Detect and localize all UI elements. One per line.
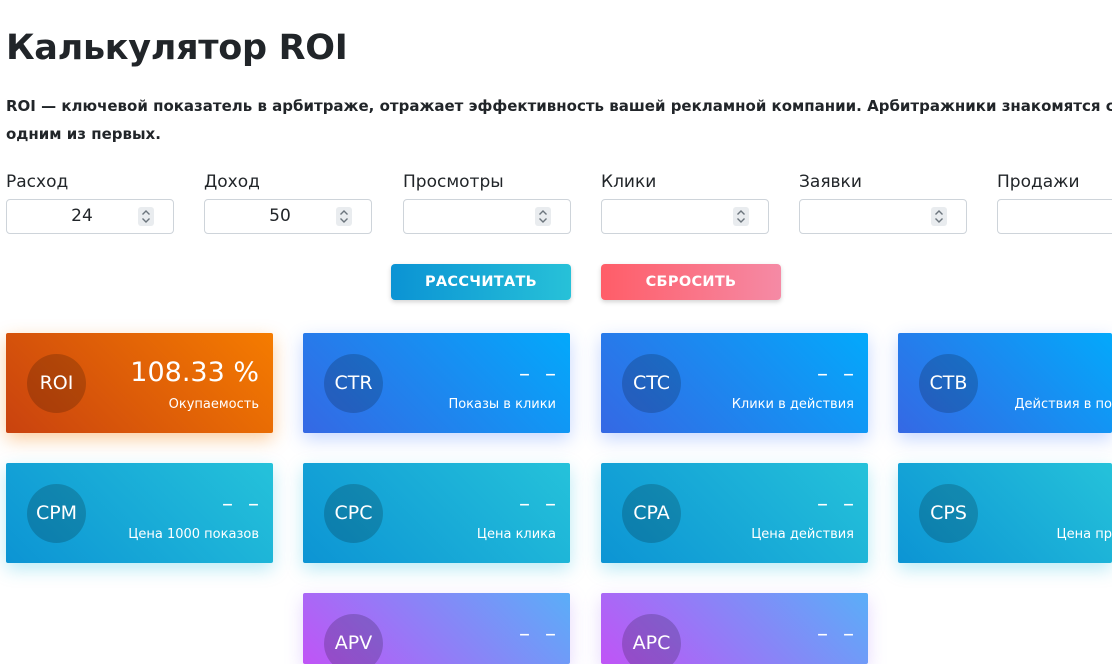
metric-card-cpa: CPA – – Цена действия [601,463,868,563]
metric-card-cps: CPS – – Цена пр [898,463,1112,563]
metric-card-cpc: CPC – – Цена клика [303,463,570,563]
roi-calculator-page: Калькулятор ROI ROI — ключевой показател… [0,0,1112,664]
metric-label: Клики в действия [731,397,854,412]
metric-value: – – [519,492,560,517]
metric-card-apc: APC – – [601,593,868,664]
field-sales: Продажи [997,172,1112,234]
clicks-stepper[interactable] [733,207,749,226]
field-views-label: Просмотры [403,172,504,192]
field-clicks: Клики [601,172,769,234]
metric-card-cpm: CPM – – Цена 1000 показов [6,463,273,563]
metric-label: Окупаемость [168,397,259,412]
clicks-input[interactable] [601,199,769,234]
metric-badge: CPA [622,484,681,543]
field-expense: Расход 24 [6,172,174,234]
metric-badge: ROI [27,354,86,413]
metric-card-ctc: CTC – – Клики в действия [601,333,868,433]
stepper-arrows-icon [340,210,348,223]
metric-card-ctr: CTR – – Показы в клики [303,333,570,433]
leads-input-value [800,200,950,233]
metric-badge: CTC [622,354,681,413]
metric-value: 108.33 % [130,357,259,388]
metric-value: – – [817,622,858,647]
metric-badge: APV [324,614,383,664]
metric-value: – – [519,362,560,387]
stepper-arrows-icon [142,210,150,223]
views-stepper[interactable] [535,207,551,226]
leads-input[interactable] [799,199,967,234]
metric-label: Цена клика [476,527,556,542]
metric-card-ctb: CTB – – Действия в по [898,333,1112,433]
field-expense-label: Расход [6,172,69,192]
field-income: Доход 50 [204,172,372,234]
metric-label: Цена пр [1056,527,1112,542]
metric-badge: CPM [27,484,86,543]
page-title: Калькулятор ROI [6,28,348,68]
metric-label: Цена 1000 показов [128,527,259,542]
metric-card-roi: ROI 108.33 % Окупаемость [6,333,273,433]
metric-card-apv: APV – – [303,593,570,664]
page-description: ROI — ключевой показатель в арбитраже, о… [6,92,1112,148]
metric-value: – – [817,362,858,387]
expense-input-value: 24 [71,206,93,226]
stepper-arrows-icon [737,210,745,223]
views-input-value [404,200,554,233]
calculate-button[interactable]: РАССЧИТАТЬ [391,264,571,300]
stepper-arrows-icon [935,210,943,223]
metric-value: – – [519,622,560,647]
metric-label: Цена действия [751,527,854,542]
income-stepper[interactable] [336,207,352,226]
sales-input-value [998,200,1112,233]
views-input[interactable] [403,199,571,234]
metric-label: Действия в по [1014,397,1112,412]
metric-value: – – [817,492,858,517]
stepper-arrows-icon [539,210,547,223]
description-line-1: ROI — ключевой показатель в арбитраже, о… [6,97,1112,115]
field-income-label: Доход [204,172,260,192]
metric-badge: CPS [919,484,978,543]
field-leads-label: Заявки [799,172,862,192]
income-input-value: 50 [269,206,291,226]
income-input[interactable]: 50 [204,199,372,234]
sales-input[interactable] [997,199,1112,234]
expense-stepper[interactable] [138,207,154,226]
reset-button[interactable]: СБРОСИТЬ [601,264,781,300]
leads-stepper[interactable] [931,207,947,226]
clicks-input-value [602,200,752,233]
metric-badge: APC [622,614,681,664]
field-clicks-label: Клики [601,172,657,192]
metric-badge: CTB [919,354,978,413]
field-views: Просмотры [403,172,571,234]
metric-badge: CPC [324,484,383,543]
expense-input[interactable]: 24 [6,199,174,234]
metric-value: – – [222,492,263,517]
description-line-2: одним из первых. [6,125,161,143]
metric-badge: CTR [324,354,383,413]
metric-label: Показы в клики [448,397,556,412]
field-leads: Заявки [799,172,967,234]
field-sales-label: Продажи [997,172,1080,192]
